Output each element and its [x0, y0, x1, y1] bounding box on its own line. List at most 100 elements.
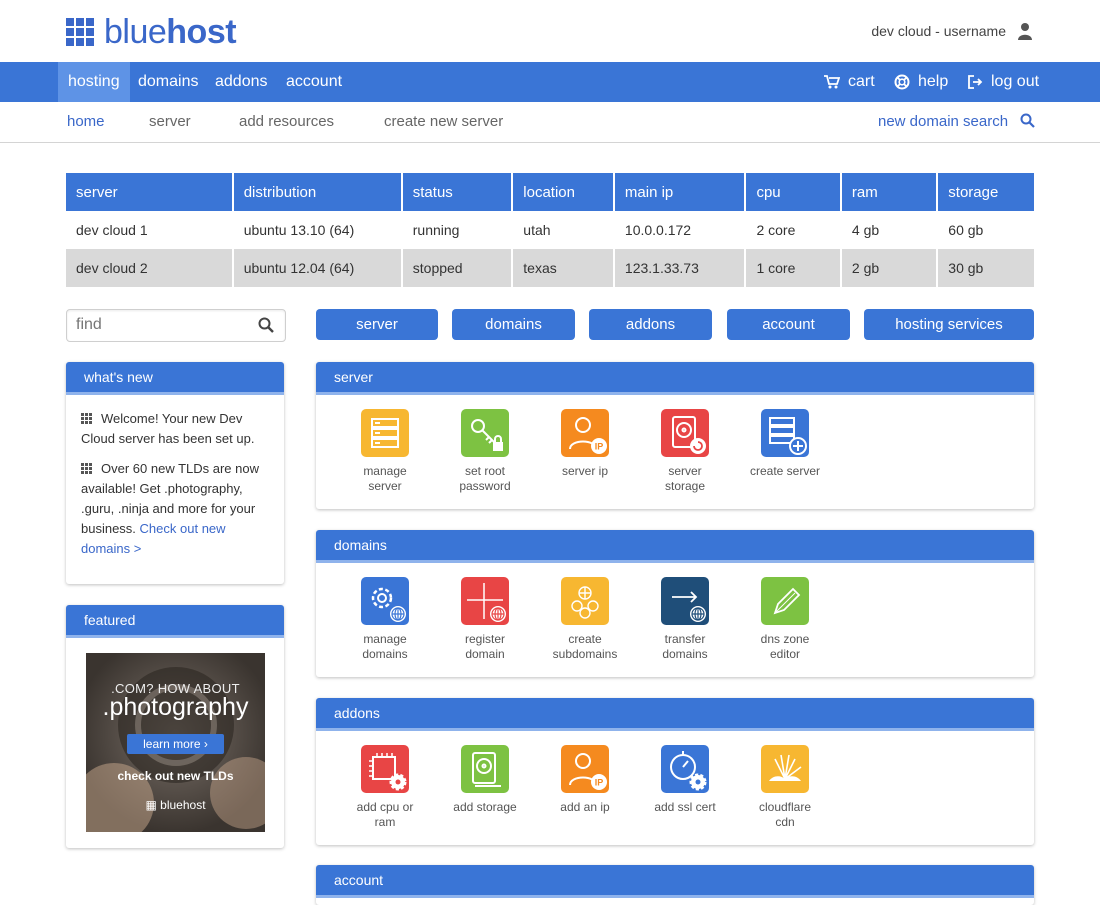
section-title: server — [316, 362, 1034, 395]
tile-label: create subdomains — [552, 632, 618, 661]
logo-text: bluehost — [104, 13, 237, 51]
cart-icon — [824, 74, 840, 89]
table-cell: texas — [513, 249, 615, 287]
table-cell: stopped — [402, 249, 514, 287]
nav-cart-label: cart — [848, 73, 875, 90]
tile-label: server storage — [664, 464, 706, 493]
promo-brand-label: bluehost — [160, 798, 206, 812]
chevron-right-icon: › — [203, 737, 208, 751]
find-input[interactable] — [67, 310, 255, 339]
featured-promo-image[interactable]: .COM? HOW ABOUT .photography learn more … — [86, 653, 265, 832]
table-cell: 123.1.33.73 — [614, 249, 747, 287]
grid-icon — [81, 413, 92, 424]
lifebuoy-icon — [894, 74, 910, 90]
main-nav: hosting domains addons account cart help… — [0, 62, 1100, 102]
section-title: account — [316, 865, 1034, 898]
tile-add-storage[interactable]: add storage — [435, 745, 535, 815]
quick-button-domains[interactable]: domains — [452, 309, 575, 340]
news-item: Welcome! Your new Dev Cloud server has b… — [81, 409, 270, 449]
tile-manage-server[interactable]: manage server — [335, 409, 435, 494]
tile-server-ip[interactable]: IP server ip — [535, 409, 635, 479]
nav-account[interactable]: account — [286, 62, 342, 102]
tile-label: register domain — [464, 632, 505, 661]
tile-add-cpu-or-ram[interactable]: add cpu or ram — [335, 745, 435, 830]
table-cell: utah — [513, 211, 615, 249]
svg-text:IP: IP — [595, 442, 604, 452]
col-server[interactable]: server — [66, 173, 234, 211]
tile-label: create server — [749, 464, 821, 478]
tile-transfer-domains[interactable]: transfer domains — [635, 577, 735, 662]
col-cpu[interactable]: cpu — [746, 173, 842, 211]
server-add-icon — [761, 409, 809, 457]
sub-nav: home server add resources create new ser… — [0, 102, 1100, 143]
col-location[interactable]: location — [513, 173, 615, 211]
tile-set-root-password[interactable]: set root password — [435, 409, 535, 494]
subnav-home[interactable]: home — [67, 102, 105, 142]
tile-label: manage domains — [362, 632, 408, 661]
person-ip-icon: IP — [561, 409, 609, 457]
tile-manage-domains[interactable]: manage domains — [335, 577, 435, 662]
tile-server-storage[interactable]: server storage — [635, 409, 735, 494]
cloudflare-icon — [761, 745, 809, 793]
nav-addons[interactable]: addons — [215, 62, 268, 102]
logo-grid-icon: ▦ — [145, 798, 157, 812]
tile-label: add storage — [453, 800, 517, 814]
news-item-text: Welcome! Your new Dev Cloud server has b… — [81, 411, 255, 446]
section-account: account — [316, 865, 1034, 905]
brand-logo[interactable]: bluehost — [66, 13, 237, 51]
table-cell: 2 core — [746, 211, 842, 249]
nav-cart[interactable]: cart — [824, 62, 875, 102]
promo-line-2: .photography — [102, 693, 249, 721]
new-domain-search-link[interactable]: new domain search — [878, 102, 1036, 142]
user-label: dev cloud - username — [871, 23, 1006, 39]
tile-label: transfer domains — [662, 632, 708, 661]
chip-gear-icon — [361, 745, 409, 793]
tile-add-an-ip[interactable]: IP add an ip — [535, 745, 635, 815]
quick-button-server[interactable]: server — [316, 309, 438, 340]
tile-label: cloudflare cdn — [758, 800, 812, 829]
promo-line-3: check out new TLDs — [117, 769, 234, 783]
table-row[interactable]: dev cloud 1 ubuntu 13.10 (64) running ut… — [66, 211, 1034, 249]
pen-icon — [761, 577, 809, 625]
new-domain-search-label: new domain search — [878, 113, 1009, 130]
subnav-server[interactable]: server — [149, 102, 191, 142]
table-row[interactable]: dev cloud 2 ubuntu 12.04 (64) stopped te… — [66, 249, 1034, 287]
col-ram[interactable]: ram — [841, 173, 939, 211]
search-icon[interactable] — [258, 317, 274, 333]
quick-button-hosting-services[interactable]: hosting services — [864, 309, 1034, 340]
person-ip-icon: IP — [561, 745, 609, 793]
col-main-ip[interactable]: main ip — [614, 173, 747, 211]
table-cell: 10.0.0.172 — [615, 211, 747, 249]
section-domains: domains manage domains register domain cre… — [316, 530, 1034, 677]
tile-dns-zone-editor[interactable]: dns zone editor — [735, 577, 835, 662]
tile-register-domain[interactable]: register domain — [435, 577, 535, 662]
tile-add-ssl-cert[interactable]: add ssl cert — [635, 745, 735, 815]
table-cell: ubuntu 13.10 (64) — [234, 211, 403, 249]
tile-create-server[interactable]: create server — [735, 409, 835, 479]
col-distribution[interactable]: distribution — [233, 173, 403, 211]
tile-label: manage server — [363, 464, 407, 493]
nav-hosting[interactable]: hosting — [58, 62, 130, 102]
tile-create-subdomains[interactable]: create subdomains — [535, 577, 635, 662]
nav-logout[interactable]: log out — [967, 62, 1039, 102]
user-menu[interactable]: dev cloud - username — [871, 22, 1034, 40]
table-cell: 30 gb — [938, 249, 1034, 287]
learn-more-button[interactable]: learn more › — [127, 734, 224, 754]
col-status[interactable]: status — [402, 173, 514, 211]
subnav-create-new-server[interactable]: create new server — [384, 102, 503, 142]
nav-help[interactable]: help — [894, 62, 948, 102]
table-cell: dev cloud 1 — [66, 211, 234, 249]
disk-add-icon — [461, 745, 509, 793]
nav-domains[interactable]: domains — [138, 62, 198, 102]
quick-button-account[interactable]: account — [727, 309, 850, 340]
user-icon — [1018, 23, 1032, 40]
server-rack-icon — [361, 409, 409, 457]
tile-label: add an ip — [560, 800, 610, 814]
subnav-add-resources[interactable]: add resources — [239, 102, 334, 142]
col-storage[interactable]: storage — [938, 173, 1034, 211]
tile-cloudflare-cdn[interactable]: cloudflare cdn — [735, 745, 835, 830]
quick-button-addons[interactable]: addons — [589, 309, 712, 340]
grid-icon — [81, 463, 92, 474]
tile-label: set root password — [459, 464, 511, 493]
nav-help-label: help — [918, 73, 949, 90]
